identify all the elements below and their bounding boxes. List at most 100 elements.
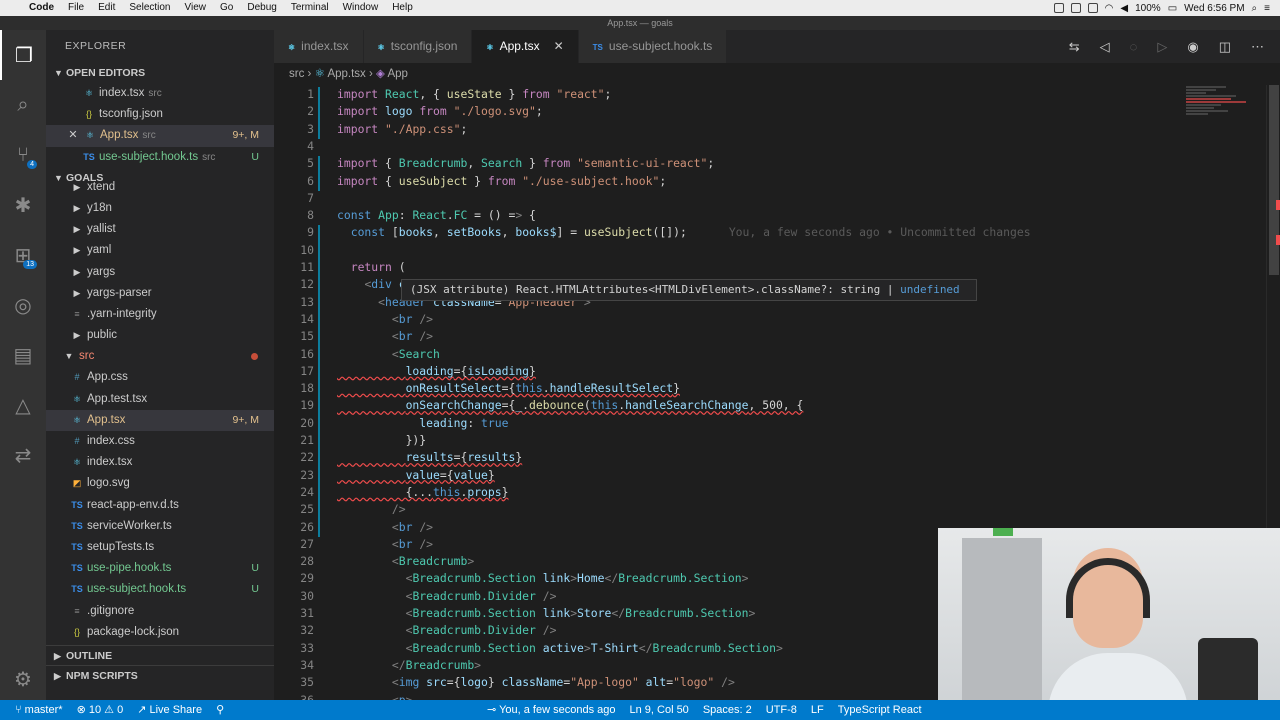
outline-header[interactable]: ▶ OUTLINE <box>46 644 274 665</box>
tab-index-tsx[interactable]: ⚛ index.tsx <box>274 30 364 63</box>
line-number[interactable]: 15 <box>274 329 314 343</box>
line-number[interactable]: 9 <box>274 225 314 239</box>
code-line[interactable]: /> <box>337 502 406 516</box>
code-line[interactable]: <Search <box>337 347 440 361</box>
line-number[interactable]: 27 <box>274 537 314 551</box>
tree-item[interactable]: ▶ y18n <box>46 198 274 219</box>
tree-item[interactable]: ▶ yargs <box>46 262 274 283</box>
debug-icon[interactable]: ✱ <box>0 180 46 230</box>
tree-item[interactable]: ▼ src <box>46 346 274 367</box>
line-number[interactable]: 21 <box>274 433 314 447</box>
line-number[interactable]: 25 <box>274 502 314 516</box>
menu-selection[interactable]: Selection <box>122 0 177 16</box>
tree-item[interactable]: TS serviceWorker.ts <box>46 516 274 537</box>
scrollbar-thumb[interactable] <box>1269 85 1279 275</box>
line-number[interactable]: 12 <box>274 277 314 291</box>
indentation[interactable]: Spaces: 2 <box>696 700 759 720</box>
extensions-icon[interactable]: ⊞ 13 <box>0 230 46 280</box>
language-mode[interactable]: TypeScript React <box>831 700 929 720</box>
tree-item[interactable]: ⚛ index.tsx <box>46 452 274 473</box>
open-changes-icon[interactable]: ◉ <box>1187 39 1198 55</box>
git-blame[interactable]: ⊸ You, a few seconds ago <box>480 700 622 720</box>
menu-debug[interactable]: Debug <box>240 0 283 16</box>
menu-go[interactable]: Go <box>213 0 240 16</box>
problems-count[interactable]: ⊗ 10 ⚠ 0 <box>70 700 131 720</box>
tree-item[interactable]: ◩ logo.svg <box>46 473 274 494</box>
tree-item[interactable]: TS use-pipe.hook.ts U <box>46 558 274 579</box>
code-line[interactable]: import { Breadcrumb, Search } from "sema… <box>337 156 714 170</box>
go-back-icon[interactable]: ◁ <box>1100 39 1110 55</box>
revert-icon[interactable]: ◌ <box>1130 39 1138 54</box>
line-number[interactable]: 32 <box>274 623 314 637</box>
code-line[interactable]: import React, { useState } from "react"; <box>337 87 611 101</box>
code-line[interactable]: import "./App.css"; <box>337 122 467 136</box>
line-number[interactable]: 29 <box>274 571 314 585</box>
menu-edit[interactable]: Edit <box>91 0 122 16</box>
menu-terminal[interactable]: Terminal <box>284 0 336 16</box>
azure-icon[interactable]: △ <box>0 380 46 430</box>
tray-icon[interactable] <box>1087 3 1098 13</box>
tree-item[interactable]: ▶ xtend <box>46 177 274 198</box>
git-branch[interactable]: ⑂ master* <box>8 700 70 720</box>
code-line[interactable]: {...this.props} <box>337 485 509 499</box>
line-number[interactable]: 3 <box>274 122 314 136</box>
code-line[interactable]: <br /> <box>337 329 433 343</box>
line-number[interactable]: 24 <box>274 485 314 499</box>
sync-icon[interactable]: ⚲ <box>209 700 231 720</box>
menu-file[interactable]: File <box>61 0 91 16</box>
line-number[interactable]: 6 <box>274 174 314 188</box>
menu-code[interactable]: Code <box>22 0 61 16</box>
line-number[interactable]: 18 <box>274 381 314 395</box>
open-editor-item-active[interactable]: ✕ ⚛ App.tsx src 9+, M <box>46 125 274 147</box>
line-number[interactable]: 23 <box>274 468 314 482</box>
code-line[interactable]: <br /> <box>337 312 433 326</box>
more-actions-icon[interactable]: ⋯ <box>1251 39 1264 55</box>
line-number[interactable]: 31 <box>274 606 314 620</box>
line-number[interactable]: 4 <box>274 139 314 153</box>
tray-icon[interactable] <box>1070 3 1081 13</box>
line-number[interactable]: 34 <box>274 658 314 672</box>
tree-item[interactable]: {}package.json <box>46 643 274 645</box>
breadcrumb-symbol[interactable]: App <box>387 68 407 80</box>
tab-tsconfig-json[interactable]: ⚛ tsconfig.json <box>363 30 473 63</box>
code-line[interactable]: </Breadcrumb> <box>337 658 481 672</box>
tab-app-tsx[interactable]: ⚛ App.tsx ✕ <box>472 30 579 63</box>
tree-item[interactable]: TS use-subject.hook.ts U <box>46 579 274 600</box>
line-number[interactable]: 20 <box>274 416 314 430</box>
code-line[interactable]: return ( <box>337 260 406 274</box>
tree-item[interactable]: ▶ yargs-parser <box>46 283 274 304</box>
minimap[interactable] <box>1186 85 1266 165</box>
line-number[interactable]: 22 <box>274 450 314 464</box>
line-number[interactable]: 11 <box>274 260 314 274</box>
tree-item[interactable]: ▶ yaml <box>46 240 274 261</box>
open-editor-item[interactable]: {} tsconfig.json <box>46 104 274 125</box>
menu-view[interactable]: View <box>178 0 214 16</box>
close-icon[interactable]: ✕ <box>554 39 564 53</box>
encoding[interactable]: UTF-8 <box>759 700 804 720</box>
line-number[interactable]: 33 <box>274 641 314 655</box>
code-line[interactable]: <Breadcrumb> <box>337 554 474 568</box>
search-icon[interactable]: ⌕ <box>0 80 46 130</box>
open-editor-item[interactable]: ⚛ index.tsx src <box>46 83 274 104</box>
battery-percent[interactable]: 100% <box>1135 3 1161 14</box>
split-editor-icon[interactable]: ◫ <box>1219 39 1231 55</box>
line-number[interactable]: 30 <box>274 589 314 603</box>
code-line[interactable]: <Breadcrumb.Section active>T-Shirt</Brea… <box>337 641 783 655</box>
remote-icon[interactable]: ◎ <box>0 280 46 330</box>
line-number[interactable]: 8 <box>274 208 314 222</box>
tree-item[interactable]: ⚛ App.test.tsx <box>46 389 274 410</box>
line-number[interactable]: 5 <box>274 156 314 170</box>
tree-item[interactable]: # index.css <box>46 431 274 452</box>
tray-icon[interactable] <box>1053 3 1064 13</box>
code-line[interactable]: results={results} <box>337 450 523 464</box>
menu-window[interactable]: Window <box>336 0 386 16</box>
tree-item[interactable]: # App.css <box>46 367 274 388</box>
live-share-button[interactable]: ↗ Live Share <box>130 700 209 720</box>
tree-item[interactable]: ⚛ App.tsx 9+, M <box>46 409 274 431</box>
breadcrumb-folder[interactable]: src <box>289 68 304 80</box>
code-line[interactable]: import logo from "./logo.svg"; <box>337 104 543 118</box>
line-number[interactable]: 16 <box>274 347 314 361</box>
line-number[interactable]: 28 <box>274 554 314 568</box>
line-number[interactable]: 13 <box>274 295 314 309</box>
tree-item[interactable]: TS react-app-env.d.ts <box>46 495 274 516</box>
